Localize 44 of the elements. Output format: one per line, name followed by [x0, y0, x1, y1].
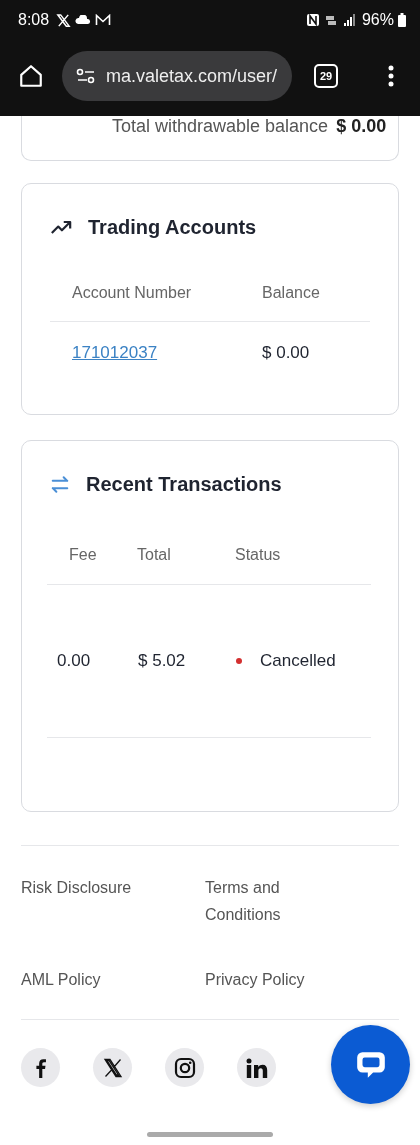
account-link[interactable]: 171012037	[72, 343, 262, 363]
instagram-icon	[173, 1056, 196, 1079]
facebook-button[interactable]	[21, 1048, 60, 1087]
balance-value: $ 0.00	[336, 116, 387, 137]
footer-link[interactable]: Risk Disclosure	[21, 874, 171, 928]
battery-icon	[398, 13, 406, 27]
column-header: Balance	[262, 284, 321, 302]
signal-icon	[341, 13, 356, 27]
table-cell-text: 0.00	[57, 651, 92, 671]
footer-link[interactable]: Privacy Policy	[205, 966, 335, 993]
address-bar[interactable]: ma.valetax.com/user/	[62, 51, 292, 101]
column-header: Fee	[69, 546, 98, 564]
x-button[interactable]	[93, 1048, 132, 1087]
instagram-button[interactable]	[165, 1048, 204, 1087]
network-icon	[323, 13, 338, 27]
x-logo-icon	[102, 1057, 123, 1078]
linkedin-button[interactable]	[237, 1048, 276, 1087]
home-icon[interactable]	[18, 63, 44, 89]
cloud-icon	[75, 15, 92, 25]
card-title: Recent Transactions	[86, 472, 282, 496]
nfc-icon	[305, 13, 320, 27]
column-header: Account Number	[72, 284, 193, 302]
chat-button[interactable]	[331, 1025, 410, 1104]
facebook-icon	[35, 1057, 46, 1078]
linkedin-icon	[245, 1057, 268, 1078]
mail-icon	[95, 14, 112, 26]
table-cell-text: $ 5.02	[138, 651, 187, 671]
footer-link[interactable]: Terms and Conditions	[205, 874, 335, 928]
battery-level: 96%	[361, 11, 394, 29]
clock: 8:08	[18, 11, 50, 29]
card-title: Trading Accounts	[88, 215, 257, 239]
status-text: Cancelled	[260, 651, 336, 671]
swap-arrows-icon	[50, 474, 70, 494]
footer-link[interactable]: AML Policy	[21, 966, 171, 993]
trend-up-icon	[50, 219, 72, 235]
balance-label: Total withdrawable balance	[112, 116, 329, 137]
url-text: ma.valetax.com/user/	[106, 65, 278, 87]
tab-count-button[interactable]: 29	[314, 64, 338, 88]
column-header: Total	[137, 546, 172, 564]
menu-icon[interactable]	[388, 64, 394, 88]
site-settings-icon[interactable]	[76, 68, 96, 84]
table-cell-text: $ 0.00	[262, 343, 311, 363]
column-header: Status	[235, 546, 282, 564]
x-logo-icon	[56, 12, 72, 28]
